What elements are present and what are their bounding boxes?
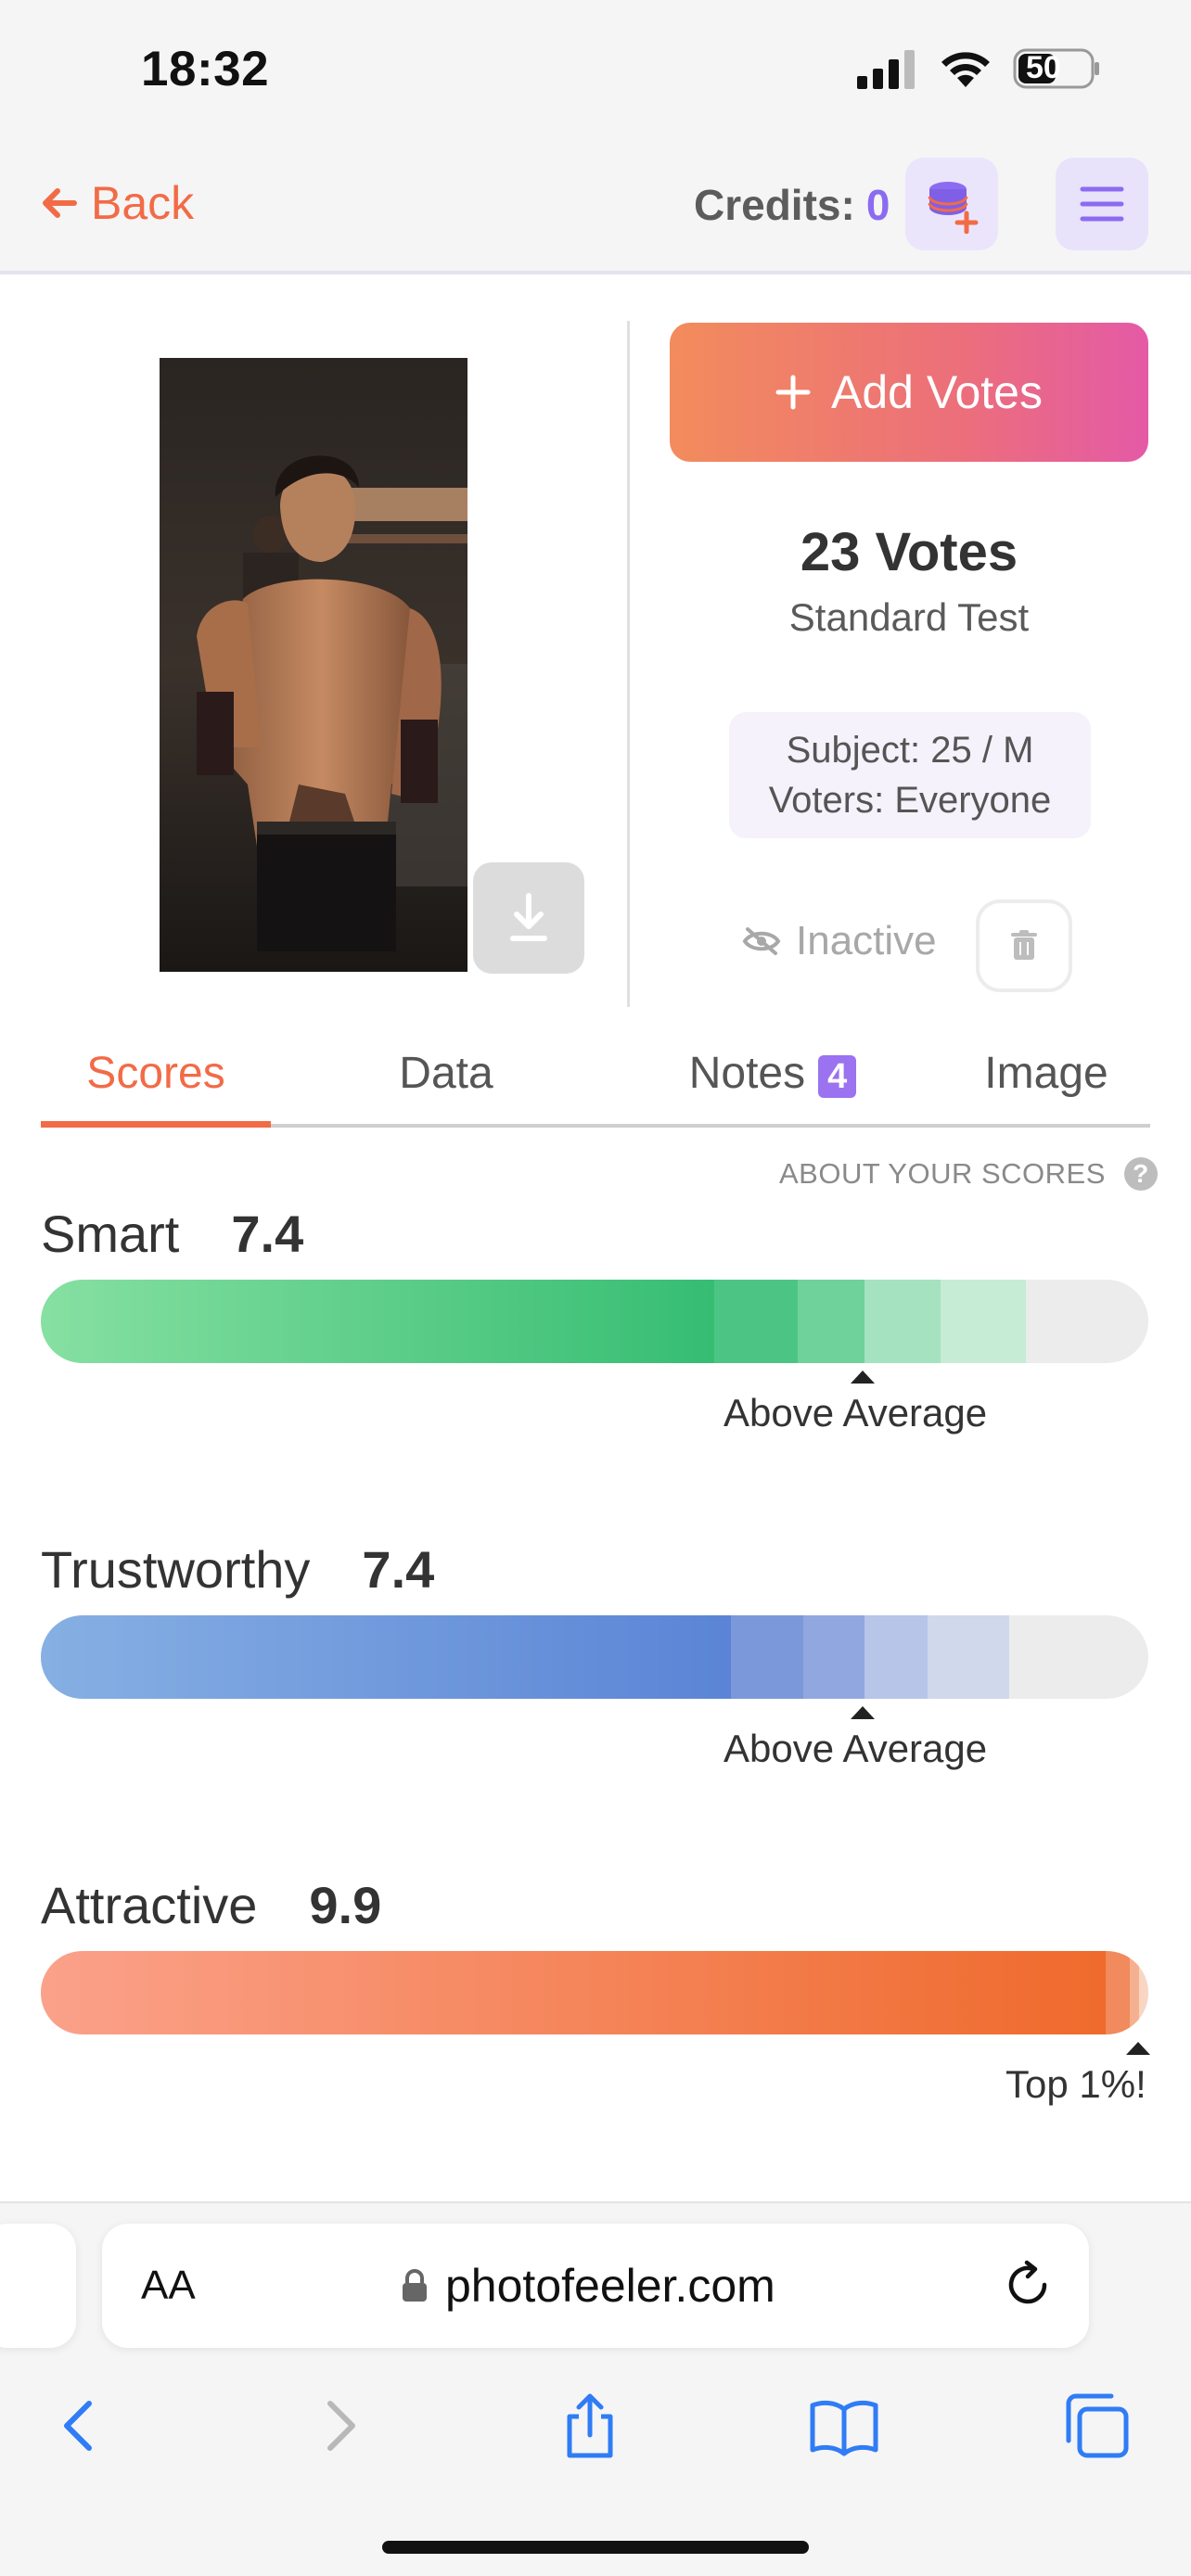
bookmarks-icon[interactable] [809, 2391, 879, 2461]
test-type: Standard Test [788, 595, 1030, 639]
score-value: 7.4 [362, 1540, 435, 1599]
score-rating-attractive: Top 1%! [1005, 2062, 1146, 2106]
about-scores-link[interactable]: ABOUT YOUR SCORES ? [779, 1157, 1158, 1191]
tab-data-label: Data [399, 1049, 493, 1098]
test-status[interactable]: Inactive [742, 918, 937, 964]
arrow-left-icon [43, 188, 77, 218]
plus-icon [775, 375, 811, 410]
url-text: photofeeler.com [445, 2260, 775, 2312]
status-label: Inactive [796, 918, 937, 963]
score-marker [1126, 2042, 1150, 2055]
tabs-icon[interactable] [1061, 2391, 1132, 2461]
url-display[interactable]: photofeeler.com [401, 2259, 775, 2313]
tab-scores[interactable]: Scores [41, 1048, 271, 1128]
score-marker [851, 1371, 875, 1384]
reader-settings-label: AA [141, 2263, 196, 2308]
score-bar-fill [41, 1615, 731, 1699]
buy-credits-button[interactable] [905, 158, 998, 250]
test-settings-box: Subject: 25 / M Voters: Everyone [729, 712, 1091, 838]
subject-info: Subject: 25 / M [786, 730, 1034, 771]
delete-button[interactable] [976, 899, 1072, 992]
score-bar-segment [798, 1280, 864, 1363]
score-value: 9.9 [309, 1876, 382, 1934]
score-bar-attractive [41, 1951, 1148, 2034]
reader-settings-button[interactable]: AA [141, 2263, 196, 2309]
coins-plus-icon [928, 182, 979, 234]
tab-scores-label: Scores [86, 1049, 225, 1098]
score-bar-segment [941, 1280, 1026, 1363]
score-bar-trustworthy [41, 1615, 1148, 1699]
about-scores-label: ABOUT YOUR SCORES [779, 1157, 1106, 1190]
voters-info: Voters: Everyone [768, 780, 1052, 821]
score-bar-segment [864, 1280, 941, 1363]
score-bar-segment [714, 1280, 798, 1363]
score-rating-smart: Above Average [724, 1391, 988, 1435]
credits-label: Credits: [694, 181, 855, 229]
cellular-signal-icon [857, 50, 915, 89]
score-bar-segment [1130, 1951, 1139, 2034]
score-bar-segment [1139, 1951, 1148, 2034]
tab-image-label: Image [984, 1049, 1108, 1098]
tab-notes[interactable]: Notes 4 [620, 1048, 926, 1128]
photo-gym-man [160, 358, 467, 972]
vertical-divider [627, 321, 630, 1007]
score-rating-trustworthy: Above Average [724, 1727, 988, 1770]
previous-tab-card[interactable] [0, 2224, 76, 2348]
score-bar-segment [803, 1615, 864, 1699]
score-title-attractive: Attractive 9.9 [41, 1875, 381, 1935]
score-name: Trustworthy [41, 1540, 311, 1599]
tab-image[interactable]: Image [926, 1048, 1167, 1128]
download-icon [510, 893, 547, 941]
tab-data[interactable]: Data [273, 1048, 620, 1128]
lock-icon [403, 2269, 427, 2302]
credits-display: Credits: 0 [694, 180, 890, 230]
trash-icon [1011, 930, 1037, 960]
menu-button[interactable] [1056, 158, 1148, 250]
browser-back-icon[interactable] [45, 2391, 115, 2461]
add-votes-label: Add Votes [831, 366, 1043, 418]
votes-count: 23 Votes [800, 522, 1018, 582]
score-bar-smart [41, 1280, 1148, 1363]
wifi-icon [941, 52, 990, 87]
hamburger-menu-icon [1080, 186, 1124, 222]
score-value: 7.4 [231, 1205, 304, 1263]
score-bar-segment [928, 1615, 1009, 1699]
browser-forward-icon[interactable] [304, 2391, 375, 2461]
test-photo[interactable] [160, 358, 467, 972]
score-name: Smart [41, 1205, 180, 1263]
score-bar-fill [41, 1280, 714, 1363]
reload-icon[interactable] [1002, 2259, 1054, 2311]
score-bar-segment [1106, 1951, 1130, 2034]
score-marker [851, 1706, 875, 1719]
score-title-trustworthy: Trustworthy 7.4 [41, 1539, 434, 1600]
question-mark-icon: ? [1123, 1157, 1158, 1191]
battery-level: 50 [1026, 50, 1061, 85]
home-indicator [382, 2541, 809, 2554]
download-button[interactable] [473, 862, 584, 974]
tab-notes-label: Notes [688, 1049, 806, 1098]
score-title-smart: Smart 7.4 [41, 1204, 303, 1264]
add-votes-button[interactable]: Add Votes [670, 323, 1148, 462]
share-icon[interactable] [555, 2391, 625, 2461]
score-name: Attractive [41, 1876, 258, 1934]
score-bar-segment [864, 1615, 928, 1699]
back-label: Back [91, 177, 195, 229]
credits-value: 0 [865, 181, 890, 229]
eye-slash-icon [742, 927, 781, 955]
score-bar-fill [41, 1951, 1106, 2034]
tab-bar: Scores Data Notes 4 Image [41, 1048, 1150, 1128]
battery-icon: 50 [1013, 46, 1102, 91]
status-time: 18:32 [141, 42, 270, 96]
back-button[interactable]: Back [41, 176, 194, 230]
score-bar-segment [731, 1615, 803, 1699]
notes-count-badge: 4 [818, 1055, 857, 1098]
